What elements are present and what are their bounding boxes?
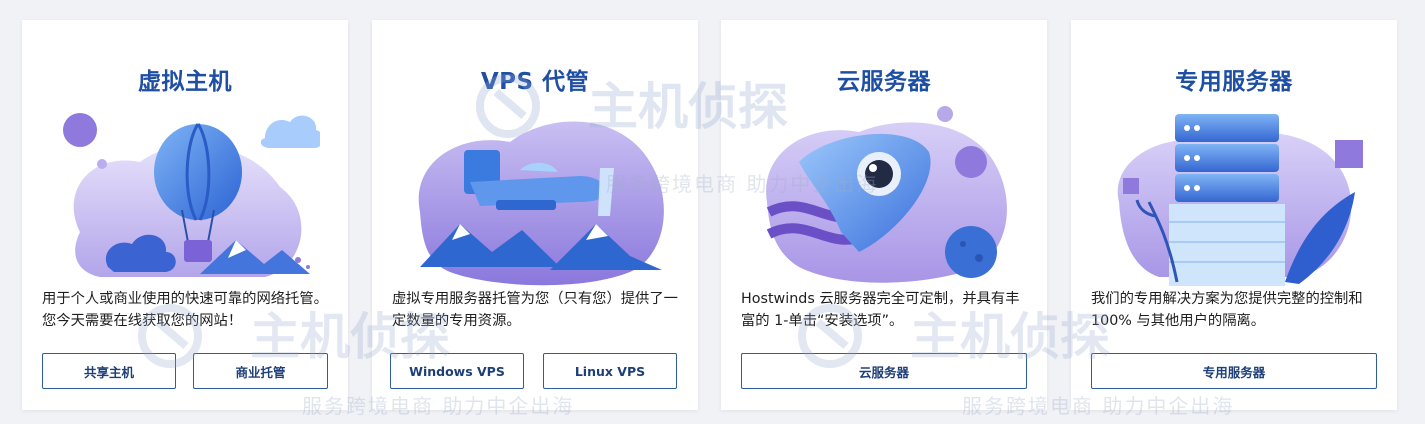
cloud-server-button[interactable]: 云服务器 xyxy=(741,353,1027,389)
rocket-illustration xyxy=(766,106,1007,283)
card-description: 虚拟专用服务器托管为您（只有您）提供了一定数量的专用资源。 xyxy=(392,291,678,329)
card-dedicated-server: 专用服务器 我们的专用解决方案为您提供完整的控制和 100% 与其他用户的隔离。… xyxy=(1071,20,1397,410)
card-cloud-server: 云服务器 Hostwinds 云服务器完全可定制，并具有丰富的 1-单击“安装选… xyxy=(721,20,1047,410)
card-description: Hostwinds 云服务器完全可定制，并具有丰富的 1-单击“安装选项”。 xyxy=(741,291,1020,329)
card-vps: VPS 代管 虚拟专用服务器托管为您（只有您）提供了一定数量的专用资源。 Win… xyxy=(372,20,698,410)
server-rack-illustration xyxy=(1117,114,1363,286)
card-title: 专用服务器 xyxy=(1175,69,1293,95)
card-title: 虚拟主机 xyxy=(138,69,232,95)
card-title: 云服务器 xyxy=(837,69,931,95)
card-virtual-hosting: 虚拟主机 用于个人或商业使用的快速可靠的网络托管。 您今天需要在线获取您的网站！… xyxy=(22,20,348,410)
linux-vps-button[interactable]: Linux VPS xyxy=(543,353,677,389)
windows-vps-button[interactable]: Windows VPS xyxy=(390,353,524,389)
card-description: 我们的专用解决方案为您提供完整的控制和 100% 与其他用户的隔离。 xyxy=(1091,291,1363,329)
card-title: VPS 代管 xyxy=(480,69,590,95)
shared-hosting-button[interactable]: 共享主机 xyxy=(42,353,176,389)
dedicated-server-button[interactable]: 专用服务器 xyxy=(1091,353,1377,389)
hot-air-balloon-illustration xyxy=(63,113,320,277)
business-hosting-button[interactable]: 商业托管 xyxy=(193,353,328,389)
airplane-illustration xyxy=(418,121,664,286)
card-description: 用于个人或商业使用的快速可靠的网络托管。 您今天需要在线获取您的网站！ xyxy=(42,291,328,329)
